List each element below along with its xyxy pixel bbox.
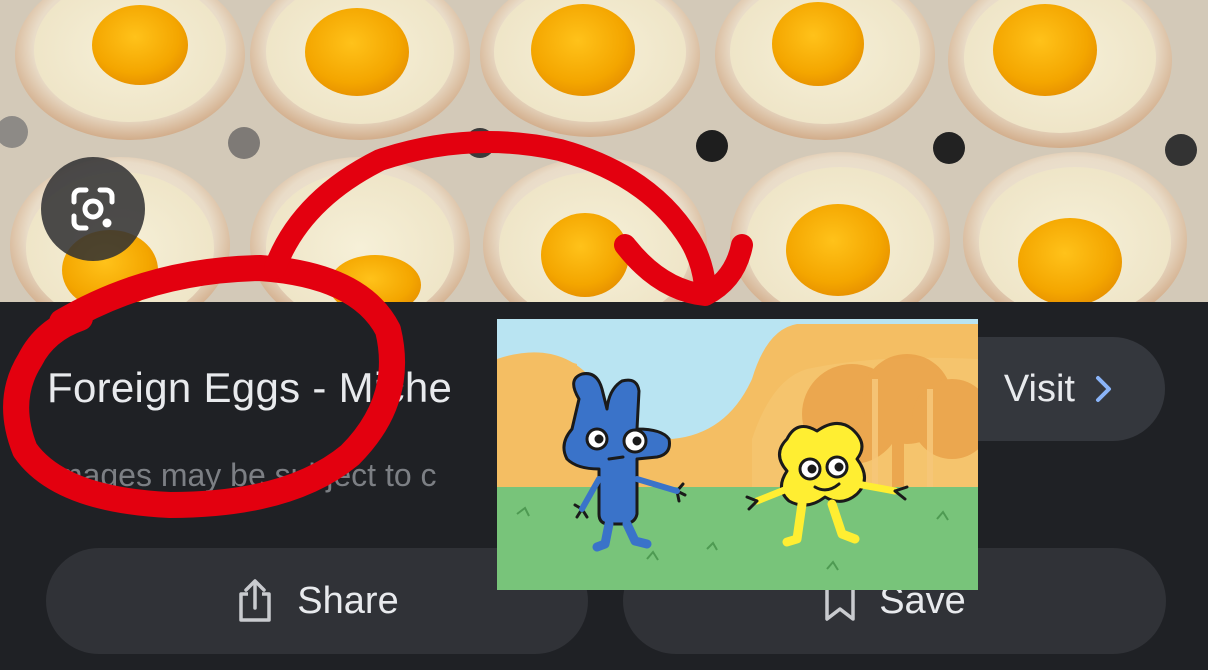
- copyright-notice: Images may be subject to c: [47, 457, 437, 493]
- search-result-image[interactable]: [0, 0, 1208, 302]
- chevron-right-icon: [1096, 376, 1111, 402]
- share-label: Share: [297, 579, 399, 622]
- cartoon-scene: [497, 319, 978, 590]
- google-lens-button[interactable]: [41, 157, 145, 261]
- result-title[interactable]: Foreign Eggs - Miche: [47, 364, 452, 412]
- visit-label: Visit: [1003, 367, 1075, 410]
- camera-lens-icon: [71, 187, 115, 231]
- share-icon: [239, 579, 272, 622]
- cartoon-overlay-image: [497, 319, 978, 590]
- eggs-photo: [0, 0, 1208, 302]
- screenshot-stage: Foreign Eggs - Miche Images may be subje…: [0, 0, 1208, 670]
